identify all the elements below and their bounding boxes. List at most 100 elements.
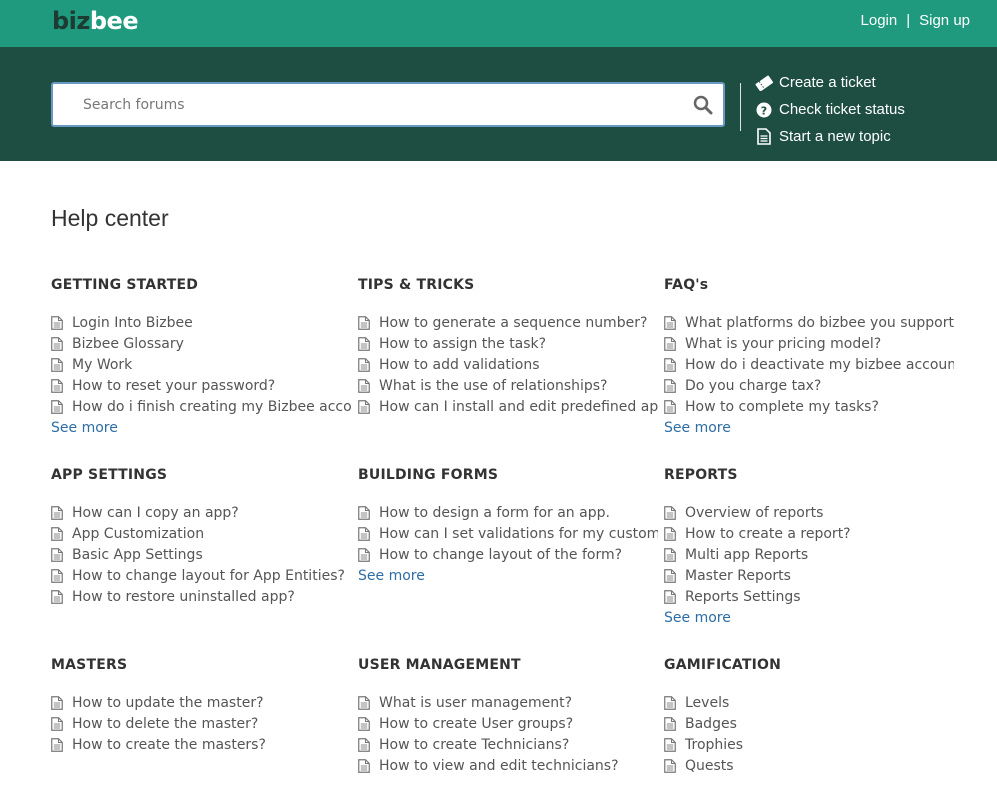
article-title: Badges — [685, 715, 737, 732]
article-title: What platforms do bizbee you support? — [685, 314, 954, 331]
section-title: BUILDING FORMS — [358, 467, 499, 483]
start-new-topic-action[interactable]: Start a new topic — [755, 123, 905, 150]
article-link[interactable]: Bizbee Glossary — [51, 333, 351, 354]
article-title: How can I set validations for my custom … — [379, 525, 658, 542]
article-title: Bizbee Glossary — [72, 335, 184, 352]
article-link[interactable]: How do i deactivate my bizbee account ? — [664, 354, 954, 375]
search-icon[interactable] — [693, 95, 713, 115]
article-link[interactable]: How to delete the master? — [51, 713, 351, 734]
article-link[interactable]: How can I copy an app? — [51, 502, 351, 523]
article-link[interactable]: Master Reports — [664, 565, 954, 586]
article-link[interactable]: Reports Settings — [664, 586, 954, 607]
article-link[interactable]: How do i finish creating my Bizbee accou… — [51, 396, 351, 417]
article-link[interactable]: Quests — [664, 755, 954, 776]
article-link[interactable]: Levels — [664, 692, 954, 713]
article-link[interactable]: App Customization — [51, 523, 351, 544]
article-link[interactable]: How to create Technicians? — [358, 734, 658, 755]
search-input[interactable] — [53, 84, 653, 125]
article-icon — [358, 378, 370, 393]
article-link[interactable]: What platforms do bizbee you support? — [664, 312, 954, 333]
article-title: Master Reports — [685, 567, 791, 584]
article-icon — [664, 315, 676, 330]
help-section: TIPS & TRICKS How to generate a sequence … — [358, 277, 658, 417]
article-link[interactable]: What is your pricing model? — [664, 333, 954, 354]
article-icon — [51, 589, 63, 604]
article-link[interactable]: What is user management? — [358, 692, 658, 713]
check-ticket-status-action[interactable]: ? Check ticket status — [755, 96, 905, 123]
article-icon — [51, 315, 63, 330]
article-title: Reports Settings — [685, 588, 801, 605]
login-link[interactable]: Login — [861, 12, 898, 29]
article-link[interactable]: How to assign the task? — [358, 333, 658, 354]
article-link[interactable]: Login Into Bizbee — [51, 312, 351, 333]
help-section: USER MANAGEMENT What is user management? H… — [358, 657, 658, 776]
article-title: How to create the masters? — [72, 736, 266, 753]
article-icon — [664, 378, 676, 393]
signup-link[interactable]: Sign up — [919, 12, 970, 29]
article-title: How do i deactivate my bizbee account ? — [685, 356, 954, 373]
help-section: REPORTS Overview of reports How to create … — [664, 467, 954, 629]
logo-text-bee: bee — [89, 7, 139, 35]
article-link[interactable]: How to update the master? — [51, 692, 351, 713]
article-link[interactable]: How to restore uninstalled app? — [51, 586, 351, 607]
article-link[interactable]: How to create the masters? — [51, 734, 351, 755]
article-title: App Customization — [72, 525, 205, 542]
article-title: Trophies — [685, 736, 744, 753]
article-list: What is user management? How to create Us… — [358, 692, 658, 776]
help-section: BUILDING FORMS How to design a form for a… — [358, 467, 658, 587]
article-list: Login Into Bizbee Bizbee Glossary My Work H… — [51, 312, 351, 417]
article-link[interactable]: How can I set validations for my custom … — [358, 523, 658, 544]
article-link[interactable]: How can I install and edit predefined ap… — [358, 396, 658, 417]
auth-separator: | — [906, 12, 911, 29]
see-more-link[interactable]: See more — [664, 418, 954, 439]
article-link[interactable]: How to complete my tasks? — [664, 396, 954, 417]
section-title: GAMIFICATION — [664, 657, 782, 673]
article-icon — [358, 336, 370, 351]
article-link[interactable]: Multi app Reports — [664, 544, 954, 565]
article-link[interactable]: How to generate a sequence number? — [358, 312, 658, 333]
see-more-link[interactable]: See more — [664, 608, 954, 629]
article-title: Login Into Bizbee — [72, 314, 193, 331]
article-icon — [358, 758, 370, 773]
article-link[interactable]: Trophies — [664, 734, 954, 755]
help-section: MASTERS How to update the master? How to d… — [51, 657, 351, 755]
article-link[interactable]: How to design a form for an app. — [358, 502, 658, 523]
section-title: USER MANAGEMENT — [358, 657, 521, 673]
article-link[interactable]: How to change layout for App Entities? — [51, 565, 351, 586]
article-icon — [358, 357, 370, 372]
article-title: Levels — [685, 694, 730, 711]
article-link[interactable]: How to change layout of the form? — [358, 544, 658, 565]
article-title: How to assign the task? — [379, 335, 547, 352]
see-more-link[interactable]: See more — [358, 566, 658, 587]
article-icon — [664, 737, 676, 752]
article-link[interactable]: My Work — [51, 354, 351, 375]
create-ticket-action[interactable]: Create a ticket — [755, 69, 905, 96]
ticket-icon — [755, 74, 773, 92]
see-more-link[interactable]: See more — [51, 418, 351, 439]
article-title: How to add validations — [379, 356, 540, 373]
section-title: APP SETTINGS — [51, 467, 168, 483]
article-link[interactable]: Do you charge tax? — [664, 375, 954, 396]
auth-links: Login | Sign up — [861, 12, 970, 29]
article-link[interactable]: How to add validations — [358, 354, 658, 375]
article-icon — [664, 357, 676, 372]
article-title: Multi app Reports — [685, 546, 809, 563]
article-link[interactable]: Overview of reports — [664, 502, 954, 523]
article-title: How to change layout for App Entities? — [72, 567, 345, 584]
article-link[interactable]: Basic App Settings — [51, 544, 351, 565]
article-title: Quests — [685, 757, 734, 774]
article-link[interactable]: How to create User groups? — [358, 713, 658, 734]
bizbee-logo[interactable]: bizbee — [52, 7, 139, 35]
article-link[interactable]: How to reset your password? — [51, 375, 351, 396]
question-circle-icon: ? — [755, 101, 773, 119]
article-link[interactable]: How to view and edit technicians? — [358, 755, 658, 776]
article-icon — [358, 399, 370, 414]
article-link[interactable]: What is the use of relationships? — [358, 375, 658, 396]
help-center-main: Help center — [51, 205, 169, 232]
article-icon — [358, 716, 370, 731]
article-list: Levels Badges Trophies Quests — [664, 692, 954, 776]
logo-text-biz: biz — [52, 7, 90, 35]
article-title: How to reset your password? — [72, 377, 276, 394]
article-link[interactable]: How to create a report? — [664, 523, 954, 544]
article-link[interactable]: Badges — [664, 713, 954, 734]
